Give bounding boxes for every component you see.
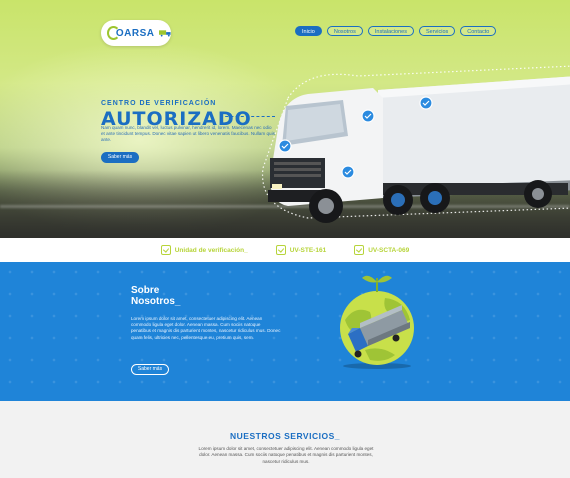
truck-illustration xyxy=(261,65,570,223)
logo-text: OARSA xyxy=(115,27,155,39)
main-nav: Inicio Nosotros Instalaciones Servicios … xyxy=(295,26,497,36)
strip-label: Unidad de verificación_ xyxy=(174,246,248,254)
hero-saber-mas-button[interactable]: Saber más xyxy=(101,152,139,163)
services-section: NUESTROS SERVICIOS_ Lorem ipsum dolor si… xyxy=(0,401,570,478)
strip-item-uv-scta: UV-SCTA-069 xyxy=(354,245,409,255)
about-body: Lorem ipsum dolor sit amet, consectetuer… xyxy=(131,316,281,340)
about-pattern xyxy=(0,262,570,401)
about-title: Sobre Nosotros_ xyxy=(131,285,180,307)
strip-item-unidad: Unidad de verificación_ xyxy=(160,245,248,255)
nav-nosotros[interactable]: Nosotros xyxy=(326,26,363,36)
strip-item-uv-ste: UV-STE-161 xyxy=(275,245,327,255)
globe-truck-illustration xyxy=(340,275,414,369)
truck-icon xyxy=(158,30,171,37)
about-section: Sobre Nosotros_ Lorem ipsum dolor sit am… xyxy=(0,262,570,401)
logo[interactable]: OARSA xyxy=(101,20,171,46)
about-title-line1: Sobre xyxy=(131,285,160,296)
hero-section: OARSA Inicio Nosotros Instalaciones Serv… xyxy=(0,0,570,238)
check-badge-icon xyxy=(160,245,171,255)
strip-label: UV-SCTA-069 xyxy=(368,246,410,254)
page: OARSA Inicio Nosotros Instalaciones Serv… xyxy=(0,0,570,478)
about-saber-mas-button[interactable]: Saber más xyxy=(131,364,169,375)
nav-instalaciones[interactable]: Instalaciones xyxy=(367,26,414,36)
hero-tagline: CENTRO DE VERIFICACIÓN xyxy=(101,100,217,107)
services-title: NUESTROS SERVICIOS_ xyxy=(230,431,340,441)
certification-strip: Unidad de verificación_ UV-STE-161 UV-SC… xyxy=(0,238,570,262)
nav-contacto[interactable]: Contacto xyxy=(460,26,497,36)
check-badge-icon xyxy=(275,245,286,255)
about-title-line2: Nosotros_ xyxy=(131,296,181,307)
nav-servicios[interactable]: Servicios xyxy=(418,26,456,36)
check-badge-icon xyxy=(354,245,365,255)
nav-inicio[interactable]: Inicio xyxy=(295,26,322,36)
services-body: Lorem ipsum dolor sit amet, consectetuer… xyxy=(198,446,374,464)
strip-label: UV-STE-161 xyxy=(289,246,327,254)
